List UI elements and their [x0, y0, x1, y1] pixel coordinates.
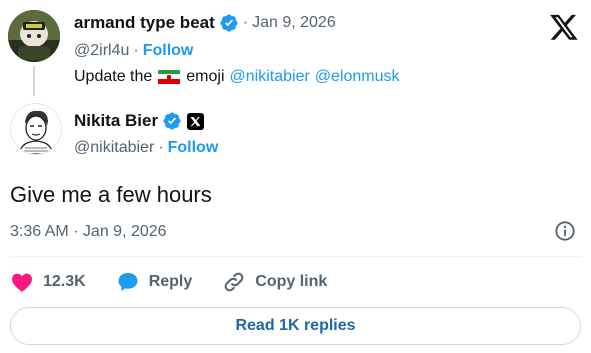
parent-header: armand type beat · Jan 9, 2026 — [74, 10, 336, 36]
copy-link-label: Copy link — [255, 273, 328, 290]
like-count: 12.3K — [43, 273, 86, 290]
tweet-text: Give me a few hours — [10, 182, 212, 207]
separator-dot: · — [242, 14, 249, 31]
mention-link[interactable]: @elonmusk — [315, 68, 400, 86]
reply-button[interactable]: Reply — [116, 270, 193, 294]
heart-icon — [12, 273, 32, 292]
parent-text-after: emoji — [186, 68, 225, 85]
verified-badge-icon — [163, 112, 181, 130]
avatar-image — [8, 10, 60, 62]
read-replies-label: Read 1K replies — [235, 317, 356, 334]
parent-author-avatar[interactable] — [8, 10, 60, 62]
divider — [10, 256, 581, 257]
follow-button-reply[interactable]: Follow — [168, 139, 219, 157]
separator-dot: · — [158, 139, 164, 156]
tweet-timestamp[interactable]: 3:36 AM · Jan 9, 2026 — [10, 221, 167, 243]
parent-date[interactable]: Jan 9, 2026 — [252, 14, 336, 32]
reply-header: Nikita Bier — [74, 108, 205, 134]
copy-link-button[interactable]: Copy link — [222, 270, 327, 294]
parent-author-handle[interactable]: @2irl4u — [74, 42, 129, 60]
tweet-actions: 12.3K Reply Copy link — [10, 266, 357, 298]
separator-dot: · — [133, 42, 139, 59]
x-affiliate-icon[interactable] — [187, 112, 205, 130]
link-icon — [224, 272, 244, 292]
reply-author-handle[interactable]: @nikitabier — [74, 139, 154, 157]
verified-badge-icon — [220, 14, 238, 32]
parent-author-name[interactable]: armand type beat — [74, 13, 215, 33]
parent-handle-row: @2irl4u · Follow — [74, 39, 193, 63]
reply-handle-row: @nikitabier · Follow — [74, 136, 218, 160]
x-logo-icon[interactable] — [549, 12, 579, 42]
info-icon[interactable] — [554, 220, 576, 242]
iran-flag-emoji — [158, 69, 181, 85]
mention-link[interactable]: @nikitabier — [230, 68, 310, 86]
reply-author-avatar[interactable] — [10, 103, 62, 155]
read-replies-button[interactable]: Read 1K replies — [10, 307, 581, 345]
parent-text-before: Update the — [74, 68, 153, 85]
like-button[interactable]: 12.3K — [10, 270, 86, 294]
follow-button-parent[interactable]: Follow — [143, 42, 194, 60]
reply-label: Reply — [148, 273, 193, 290]
reply-author-name[interactable]: Nikita Bier — [74, 111, 158, 131]
speech-bubble-icon — [118, 273, 138, 291]
parent-tweet-text: Update the emoji @nikitabier @elonmusk — [74, 65, 400, 89]
avatar-image — [11, 104, 61, 154]
thread-connector-line — [33, 66, 35, 96]
